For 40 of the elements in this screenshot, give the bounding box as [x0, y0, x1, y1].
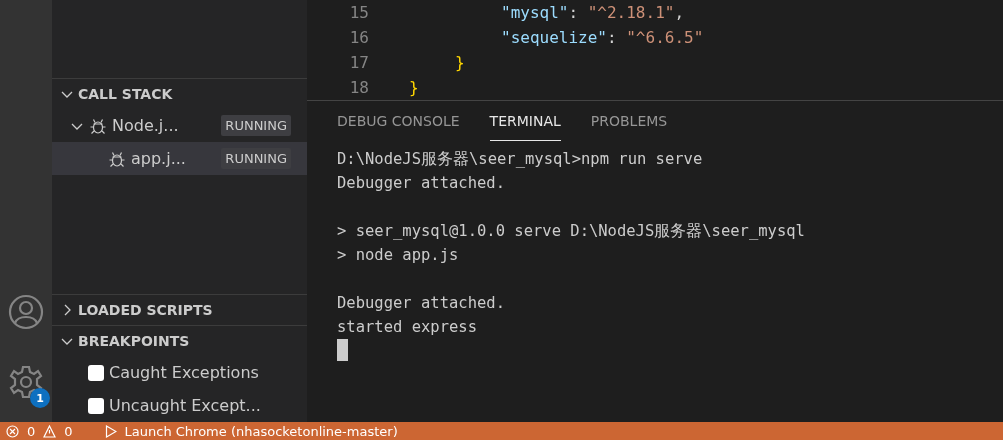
terminal-line: > node app.js: [337, 245, 460, 266]
bug-icon: [89, 116, 107, 135]
panel-tab[interactable]: TERMINAL: [489, 101, 561, 141]
checkbox[interactable]: [88, 397, 104, 414]
call-stack-item[interactable]: Node.j... RUNNING: [52, 109, 307, 142]
section-header[interactable]: BREAKPOINTS: [52, 325, 307, 356]
notification-badge: 1: [30, 388, 50, 408]
terminal-line: D:\NodeJS服务器\seer_mysql>npm run serve: [337, 149, 704, 170]
warning-icon[interactable]: [43, 424, 57, 438]
bug-icon: [108, 149, 126, 168]
line-number: 18: [348, 78, 370, 97]
call-stack-item[interactable]: app.j... RUNNING: [52, 142, 307, 175]
terminal-line: Debugger attached.: [337, 173, 506, 194]
line-number: 15: [348, 3, 370, 22]
panel-tab[interactable]: DEBUG CONSOLE: [337, 101, 460, 141]
terminal-line: Debugger attached.: [337, 293, 506, 314]
warning-count: 0: [64, 423, 73, 439]
error-icon[interactable]: [6, 424, 19, 438]
panel-tab[interactable]: PROBLEMS: [590, 101, 668, 141]
terminal-line: started express: [337, 317, 478, 338]
section-header[interactable]: CALL STACK: [52, 78, 307, 109]
breakpoint-label: Uncaught Except...: [109, 396, 262, 415]
settings-icon[interactable]: [8, 364, 44, 400]
code-line: }: [409, 78, 419, 97]
line-number: 16: [348, 28, 370, 47]
error-count: 0: [27, 423, 36, 439]
play-icon[interactable]: [104, 424, 117, 438]
breakpoint-label: Caught Exceptions: [109, 363, 260, 382]
line-number: 17: [348, 53, 370, 72]
status-badge: RUNNING: [221, 148, 291, 169]
section-header[interactable]: LOADED SCRIPTS: [52, 294, 307, 325]
terminal-cursor: [337, 339, 348, 361]
status-badge: RUNNING: [221, 115, 291, 136]
launch-config[interactable]: Launch Chrome (nhasocketonline-master): [124, 423, 398, 439]
code-line: "mysql": "^2.18.1",: [500, 3, 685, 22]
terminal-line: > seer_mysql@1.0.0 serve D:\NodeJS服务器\seer_mysql: [337, 221, 806, 242]
checkbox[interactable]: [88, 364, 104, 381]
code-line: }: [454, 53, 465, 72]
account-icon[interactable]: [8, 294, 44, 330]
code-line: "sequelize": "^6.6.5": [500, 28, 704, 47]
